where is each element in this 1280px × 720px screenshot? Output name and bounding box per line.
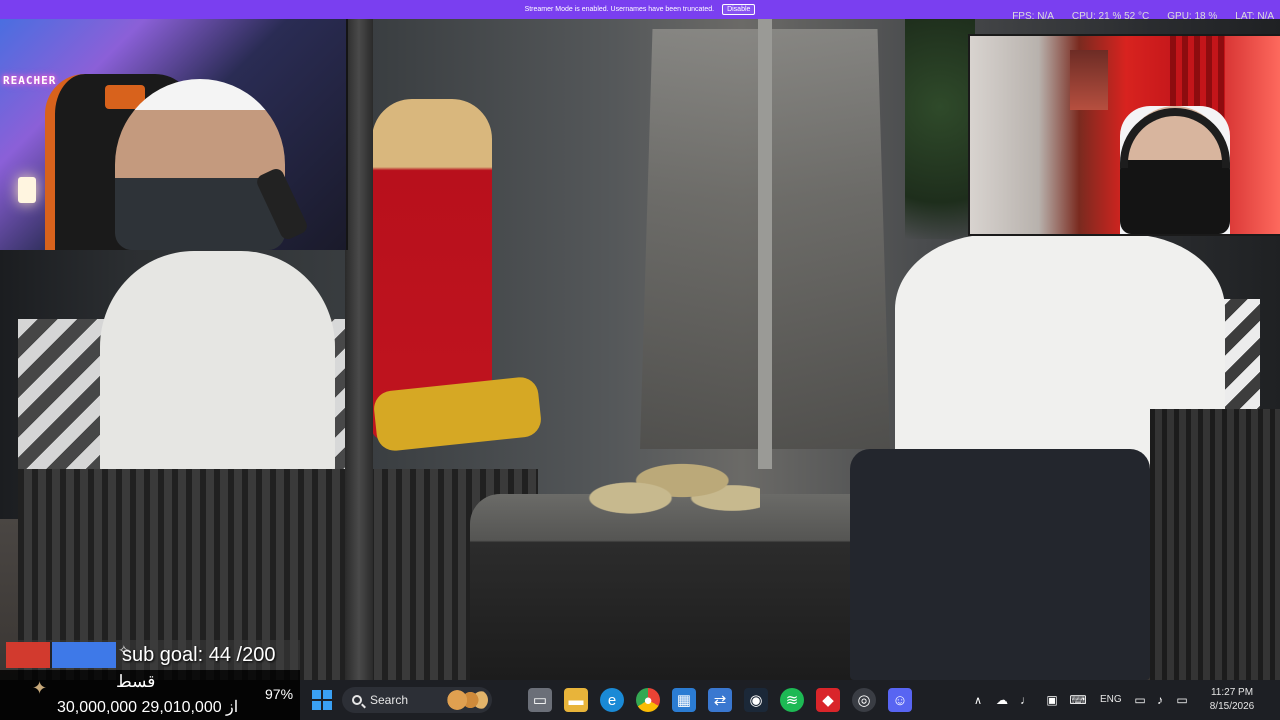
streamer-webcam-left: REACHER — [0, 19, 348, 250]
battery-icon[interactable]: ▭ — [1170, 688, 1194, 712]
woven-baskets — [575, 449, 760, 519]
latency-stat: LAT: N/A — [1235, 11, 1274, 19]
anydesk-icon[interactable]: ◆ — [816, 688, 840, 712]
taskbar-clock[interactable]: 11:27 PM 8/15/2026 — [1202, 686, 1262, 714]
task-view-icon[interactable]: ▭ — [528, 688, 552, 712]
keyboard-icon[interactable]: ⌨ — [1066, 688, 1090, 712]
wall-poster — [1070, 50, 1108, 110]
volume-icon[interactable]: ♪ — [1148, 688, 1172, 712]
donation-percent: 97% — [265, 686, 294, 702]
discord-icon[interactable]: ☺ — [888, 688, 912, 712]
donation-gift-icon: ✦ — [32, 678, 48, 698]
cpu-stat: CPU: 21 % 52 °C — [1071, 11, 1150, 19]
scene-plant — [905, 19, 975, 239]
windows-taskbar: Search ▭ ▬ e ● ▦ ⇄ ◉ ≋ ◆ ◎ ☺ ∧ ☁ ♩ ▣ ⌨ E… — [300, 680, 1280, 720]
performance-stats: FPS: N/A CPU: 21 % 52 °C GPU: 18 % LAT: … — [1012, 0, 1274, 19]
language-indicator[interactable]: ENG — [1100, 694, 1122, 705]
sync-app-icon[interactable]: ⇄ — [708, 688, 732, 712]
edge-browser-icon[interactable]: e — [600, 688, 624, 712]
disable-streamer-mode-button[interactable]: Disable — [722, 4, 756, 15]
clock-date: 8/15/2026 — [1209, 701, 1255, 712]
sub-goal-widget: ✧ sub goal: 44 /200 — [6, 640, 300, 670]
desk-lamp — [18, 177, 36, 203]
spotify-icon[interactable]: ≋ — [780, 688, 804, 712]
taskbar-search[interactable]: Search — [342, 687, 492, 713]
search-highlight-icon — [444, 690, 488, 710]
start-button[interactable] — [310, 688, 334, 712]
right-wicker-chair — [1150, 409, 1280, 680]
microsoft-store-icon[interactable]: ▦ — [672, 688, 696, 712]
steam-icon[interactable]: ◉ — [744, 688, 768, 712]
search-icon — [352, 695, 362, 705]
chevron-up-icon[interactable]: ∧ — [966, 688, 990, 712]
fps-stat: FPS: N/A — [1012, 11, 1054, 19]
onedrive-icon[interactable]: ☁ — [990, 688, 1014, 712]
chrome-icon[interactable]: ● — [636, 688, 660, 712]
streamer-mode-banner: Streamer Mode is enabled. Usernames have… — [0, 0, 1280, 19]
streamer-mode-message: Streamer Mode is enabled. Usernames have… — [524, 6, 715, 13]
file-explorer-icon[interactable]: ▬ — [564, 688, 588, 712]
sub-goal-avatars — [6, 642, 116, 668]
sub-goal-text: sub goal: 44 /200 — [122, 643, 276, 666]
obs-icon[interactable]: ◎ — [852, 688, 876, 712]
man-white-shirt — [100, 251, 335, 491]
microphone-tray-icon[interactable]: ♩ — [1014, 688, 1038, 712]
donation-title: قسط — [116, 672, 156, 691]
donation-amount: 30,000,000 از 29,010,000 — [57, 699, 239, 716]
windows-logo-icon — [312, 690, 332, 710]
sub-goal-icon: ✧ — [118, 642, 130, 658]
streamer-webcam-right — [968, 34, 1280, 236]
patio-heater-pole — [758, 19, 772, 469]
donation-goal-widget: ✦ قسط 97% 30,000,000 از 29,010,000 — [0, 670, 300, 720]
dark-trousers — [850, 449, 1150, 680]
clock-time: 11:27 PM — [1210, 687, 1254, 698]
gpu-stat: GPU: 18 % — [1167, 11, 1218, 19]
usb-drive-icon[interactable]: ▣ — [1040, 688, 1064, 712]
neon-sign: REACHER — [3, 74, 57, 87]
streamer-male — [115, 79, 285, 250]
scene-pole — [345, 19, 373, 680]
search-placeholder: Search — [370, 693, 409, 707]
